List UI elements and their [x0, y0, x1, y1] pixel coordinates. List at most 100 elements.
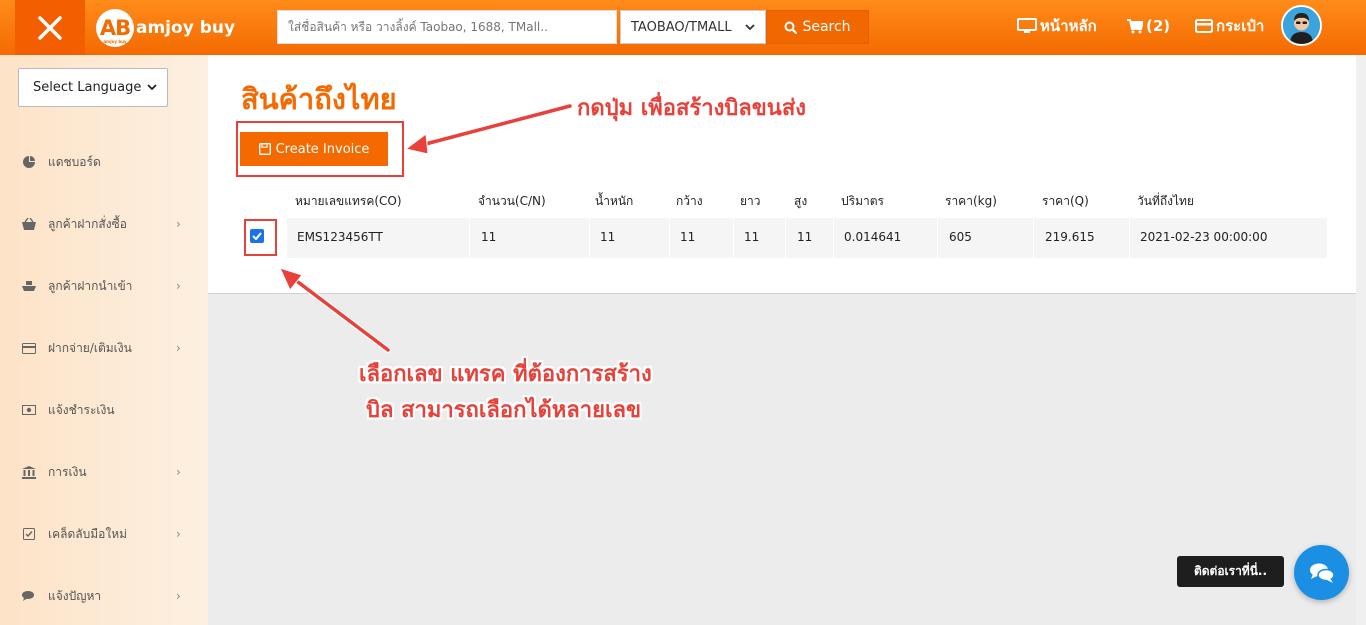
sidebar-item-label: เคล็ดลับมือใหม่ — [48, 526, 128, 541]
cell-volume: 0.014641 — [844, 230, 902, 244]
sidebar-item-dashboard[interactable]: แดชบอร์ด — [0, 147, 208, 177]
search-input[interactable] — [277, 10, 617, 44]
page-title: สินค้าถึงไทย — [241, 82, 397, 116]
col-header-price-q: ราคา(Q) — [1042, 194, 1089, 208]
chevron-right-icon: › — [176, 217, 181, 231]
basket-icon — [22, 217, 36, 231]
cell-width: 11 — [680, 230, 696, 244]
cell-divider — [1129, 218, 1130, 258]
col-header-volume: ปริมาตร — [841, 194, 884, 208]
save-icon — [258, 143, 271, 155]
col-header-height: สูง — [794, 194, 808, 208]
sidebar-item-label: ฝากจ่าย/เติมเงิน — [48, 340, 132, 355]
top-navbar: AB amjoy buy amjoy buy TAOBAO/TMALL Sear… — [0, 0, 1366, 55]
logo-mark: AB amjoy buy — [96, 9, 134, 47]
check-icon — [252, 232, 262, 240]
chevron-down-icon — [147, 84, 157, 91]
cell-divider — [785, 218, 786, 258]
sidebar-item-label: แดชบอร์ด — [48, 154, 101, 169]
chat-button[interactable] — [1294, 545, 1349, 600]
user-avatar-icon — [1283, 7, 1320, 44]
annotation-select-hint-line2: บิล สามารถเลือกได้หลายเลข — [366, 398, 642, 423]
logo-text: amjoy buy — [136, 18, 236, 38]
language-select[interactable]: Select Language — [18, 68, 168, 107]
sidebar-item-label: ลูกค้าฝากนำเข้า — [48, 278, 133, 293]
sidebar-item-report-issue[interactable]: แจ้งปัญหา › — [0, 581, 208, 611]
row-select-checkbox[interactable] — [250, 229, 264, 243]
col-header-quantity: จำนวน(C/N) — [478, 194, 546, 208]
user-avatar[interactable] — [1281, 5, 1322, 46]
cell-divider — [469, 218, 470, 258]
language-select-label: Select Language — [33, 80, 142, 95]
cell-divider — [833, 218, 834, 258]
nav-home-link[interactable]: หน้าหลัก — [1017, 14, 1097, 38]
col-header-weight: น้ำหนัก — [595, 194, 634, 208]
cell-divider — [589, 218, 590, 258]
nav-cart-link[interactable]: (2) — [1127, 14, 1170, 38]
chevron-right-icon: › — [176, 589, 181, 603]
checkbox-icon — [22, 527, 36, 541]
search-icon — [784, 21, 798, 34]
sidebar-item-imports[interactable]: ลูกค้าฝากนำเข้า › — [0, 271, 208, 301]
money-icon — [22, 403, 36, 417]
sidebar-item-payments[interactable]: ฝากจ่าย/เติมเงิน › — [0, 333, 208, 363]
cell-length: 11 — [744, 230, 760, 244]
platform-select[interactable]: TAOBAO/TMALL — [620, 10, 766, 44]
contact-us-tag[interactable]: ติดต่อเราที่นี่.. — [1177, 556, 1284, 587]
chevron-right-icon: › — [176, 279, 181, 293]
cell-divider — [669, 218, 670, 258]
credit-card-icon — [1195, 19, 1213, 33]
chevron-right-icon: › — [176, 341, 181, 355]
cell-divider — [937, 218, 938, 258]
create-invoice-button[interactable]: Create Invoice — [240, 132, 388, 166]
sidebar-item-label: การเงิน — [48, 464, 87, 479]
nav-home-label: หน้าหลัก — [1040, 17, 1097, 35]
brand-logo[interactable]: AB amjoy buy amjoy buy — [96, 9, 235, 47]
nav-wallet-label: กระเป๋า — [1216, 17, 1265, 35]
cell-tracking: EMS123456TT — [297, 230, 383, 244]
platform-select-value: TAOBAO/TMALL — [631, 19, 732, 35]
sidebar-item-orders[interactable]: ลูกค้าฝากสั่งซื้อ › — [0, 209, 208, 239]
search-button[interactable]: Search — [766, 10, 869, 44]
col-header-arrival-date: วันที่ถึงไทย — [1137, 194, 1194, 208]
cell-height: 11 — [797, 230, 813, 244]
sidebar-item-label: แจ้งชำระเงิน — [48, 402, 115, 417]
sidebar-item-label: ลูกค้าฝากสั่งซื้อ — [48, 216, 127, 231]
chevron-right-icon: › — [176, 465, 181, 479]
cell-divider — [733, 218, 734, 258]
comments-icon — [1309, 563, 1335, 583]
sidebar-item-tips[interactable]: เคล็ดลับมือใหม่ › — [0, 519, 208, 549]
col-header-length: ยาว — [740, 194, 761, 208]
create-invoice-label: Create Invoice — [275, 141, 370, 157]
col-header-width: กว้าง — [676, 194, 703, 208]
bank-icon — [22, 465, 36, 479]
nav-wallet-link[interactable]: กระเป๋า — [1195, 14, 1264, 38]
search-button-label: Search — [802, 19, 851, 35]
credit-card-icon — [22, 341, 36, 355]
sidebar-item-label: แจ้งปัญหา — [48, 588, 102, 603]
cart-icon — [1127, 18, 1143, 33]
nav-cart-count: (2) — [1146, 17, 1171, 35]
cell-quantity: 11 — [481, 230, 497, 244]
sidebar: Select Language แดชบอร์ด ลูกค้าฝากสั่งซื… — [0, 55, 208, 625]
close-menu-button[interactable] — [15, 0, 85, 55]
col-header-tracking: หมายเลขแทรค(CO) — [295, 194, 402, 208]
chevron-right-icon: › — [176, 527, 181, 541]
cell-price-kg: 605 — [949, 230, 972, 244]
cell-weight: 11 — [600, 230, 616, 244]
annotation-create-hint: กดปุ่ม เพื่อสร้างบิลขนส่ง — [577, 96, 807, 121]
ship-icon — [22, 279, 36, 293]
annotation-select-hint-line1: เลือกเลข แทรค ที่ต้องการสร้าง — [359, 362, 652, 387]
sidebar-item-payment-notify[interactable]: แจ้งชำระเงิน — [0, 395, 208, 425]
col-header-price-kg: ราคา(kg) — [945, 194, 997, 208]
comments-icon — [22, 589, 36, 603]
chevron-down-icon — [745, 23, 755, 30]
scrollbar[interactable] — [1356, 55, 1366, 625]
pie-chart-icon — [22, 155, 36, 169]
cell-price-q: 219.615 — [1045, 230, 1095, 244]
monitor-icon — [1017, 18, 1037, 33]
logo-sub: amjoy buy — [103, 39, 127, 44]
cell-arrival-date: 2021-02-23 00:00:00 — [1140, 230, 1268, 244]
cell-divider — [1033, 218, 1034, 258]
sidebar-item-finance[interactable]: การเงิน › — [0, 457, 208, 487]
